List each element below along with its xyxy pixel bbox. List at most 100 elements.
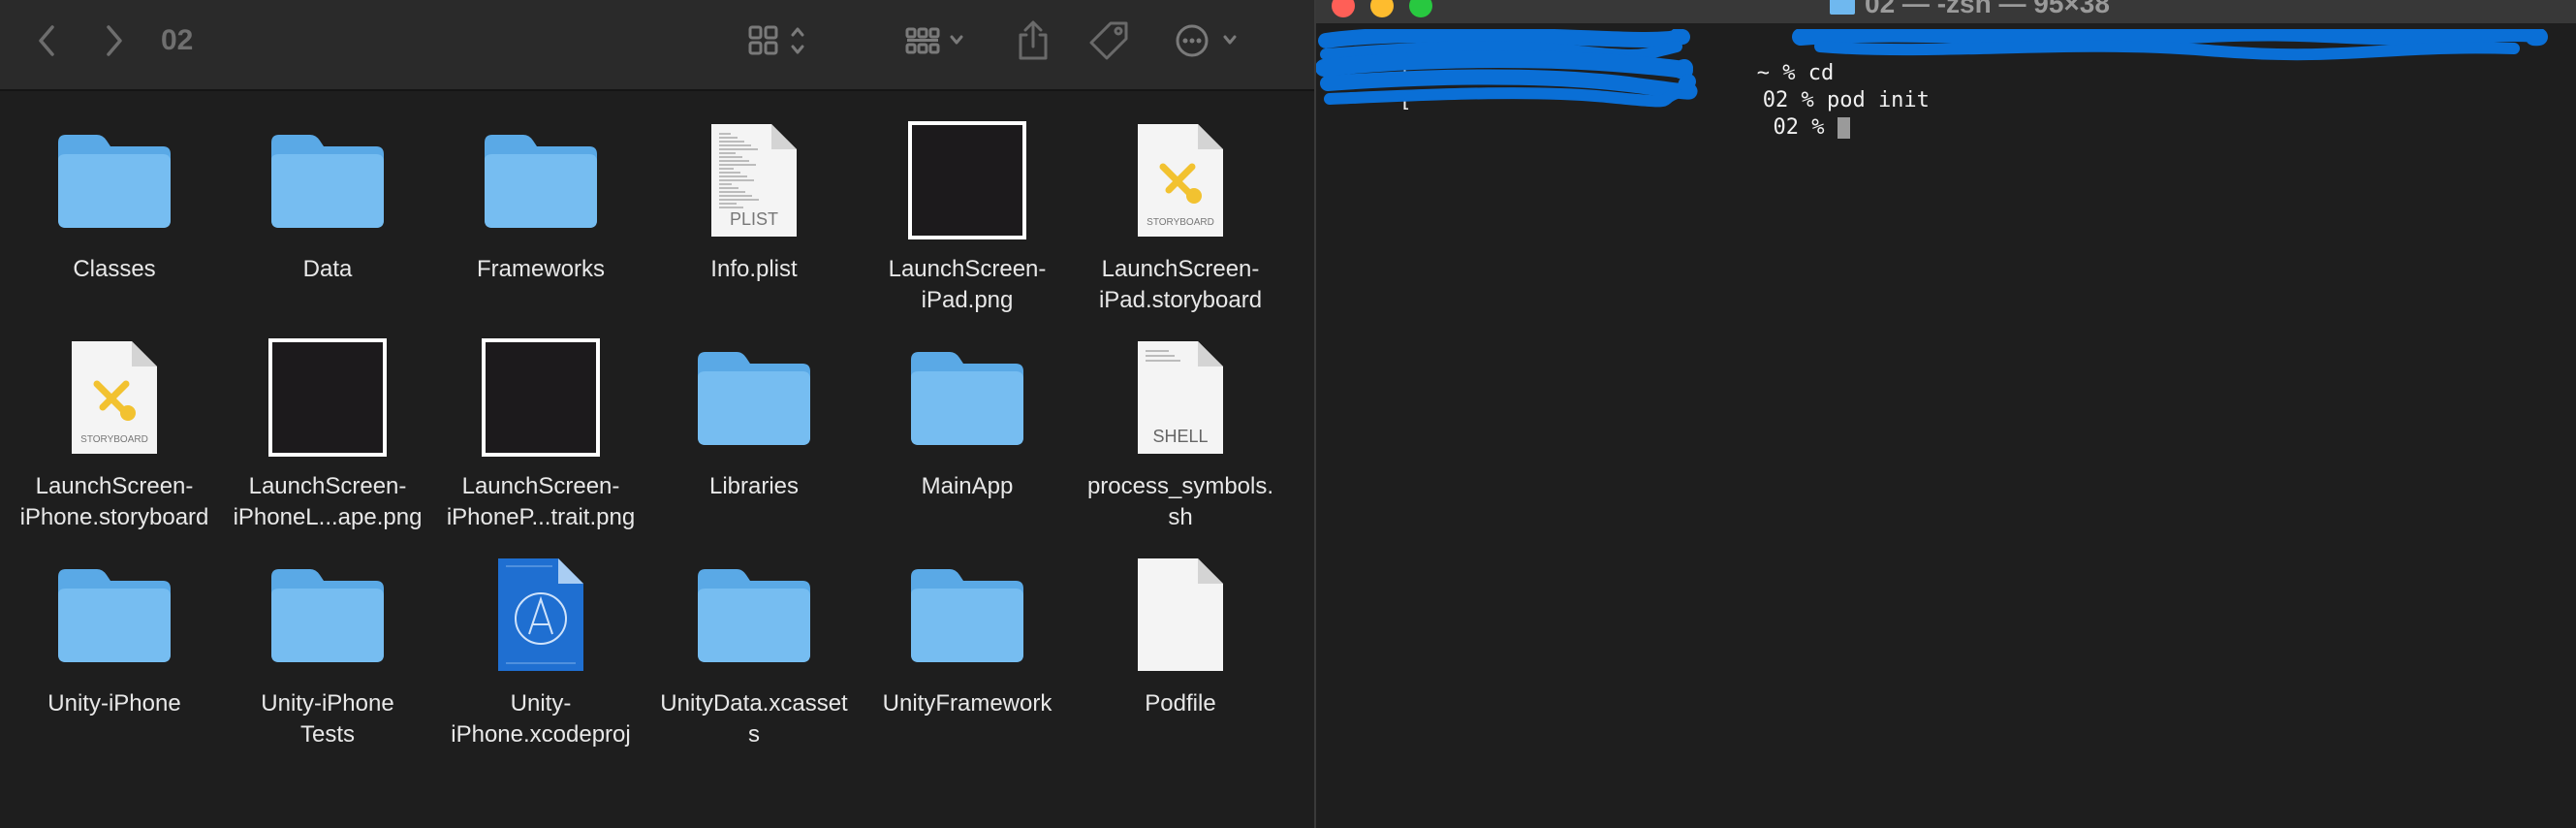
- folder-icon: [911, 569, 1023, 662]
- folder-icon: [58, 135, 171, 228]
- item-icon: STORYBOARD: [1120, 120, 1241, 240]
- storyboard-file-icon: STORYBOARD: [1138, 124, 1223, 237]
- folder-item[interactable]: Libraries: [647, 324, 861, 541]
- folder-icon: [698, 352, 810, 445]
- back-button[interactable]: [27, 21, 66, 60]
- forward-button[interactable]: [95, 21, 134, 60]
- item-label: Unity-iPhone: [47, 690, 181, 717]
- image-thumbnail-icon: [908, 121, 1026, 239]
- folder-icon: [911, 352, 1023, 445]
- item-icon: [694, 555, 814, 675]
- terminal-title: 02 — -zsh — 95×38: [1865, 0, 2110, 18]
- file-item[interactable]: Podfile: [1074, 541, 1287, 758]
- file-item[interactable]: LaunchScreen- iPhoneL...ape.png: [221, 324, 434, 541]
- folder-icon: [698, 569, 810, 662]
- folder-icon: [271, 135, 384, 228]
- item-label: LaunchScreen- iPad.storyboard: [1098, 256, 1263, 313]
- folder-item[interactable]: UnityFramework: [861, 541, 1074, 758]
- document-file-icon: [1138, 558, 1223, 671]
- file-item[interactable]: STORYBOARD LaunchScreen- iPhone.storyboar…: [8, 324, 221, 541]
- item-label: Podfile: [1145, 690, 1216, 717]
- folder-item[interactable]: Data: [221, 107, 434, 324]
- file-item[interactable]: SHELL process_symbols. sh: [1074, 324, 1287, 541]
- folder-item[interactable]: Classes: [8, 107, 221, 324]
- item-label: process_symbols. sh: [1086, 473, 1274, 530]
- item-label: LaunchScreen- iPhone.storyboard: [19, 473, 209, 530]
- item-icon: [267, 337, 388, 458]
- window-title: 02: [161, 24, 194, 56]
- item-icon: [267, 555, 388, 675]
- chevron-right-icon: [107, 25, 122, 56]
- svg-text:PLIST: PLIST: [730, 209, 778, 229]
- tag-button[interactable]: [1085, 17, 1132, 64]
- storyboard-file-icon: STORYBOARD: [72, 341, 157, 454]
- close-window-button[interactable]: [1332, 0, 1355, 17]
- folder-item[interactable]: Unity-iPhone Tests: [221, 541, 434, 758]
- item-label: LaunchScreen- iPhoneL...ape.png: [233, 473, 423, 530]
- item-label: LaunchScreen- iPad.png: [888, 256, 1047, 313]
- redaction-scribble: [1316, 29, 2548, 108]
- folder-item[interactable]: Unity-iPhone: [8, 541, 221, 758]
- item-icon: [694, 337, 814, 458]
- item-icon: [54, 555, 174, 675]
- item-icon: [481, 337, 601, 458]
- item-icon: PLIST: [694, 120, 814, 240]
- file-item[interactable]: PLIST Info.plist: [647, 107, 861, 324]
- terminal-window: 02 — -zsh — 95×38 [~ % cd02 [02 % pod in…: [1314, 0, 2576, 828]
- item-icon: [481, 120, 601, 240]
- image-thumbnail-icon: [482, 338, 600, 457]
- icon-grid-view-icon: [748, 25, 804, 55]
- share-button[interactable]: [1012, 17, 1054, 64]
- folder-item[interactable]: MainApp: [861, 324, 1074, 541]
- file-item[interactable]: Unity- iPhone.xcodeproj: [434, 541, 647, 758]
- minimize-window-button[interactable]: [1370, 0, 1394, 17]
- item-label: Data: [302, 256, 353, 282]
- item-icon: [907, 120, 1027, 240]
- terminal-output[interactable]: [~ % cd02 [02 % pod init 02 %: [1316, 29, 2576, 828]
- tag-icon: [1089, 21, 1128, 60]
- chevron-left-icon: [39, 25, 54, 56]
- item-icon: STORYBOARD: [54, 337, 174, 458]
- image-thumbnail-icon: [268, 338, 387, 457]
- folder-icon: [1830, 0, 1855, 15]
- file-item[interactable]: LaunchScreen- iPhoneP...trait.png: [434, 324, 647, 541]
- svg-text:STORYBOARD: STORYBOARD: [1147, 217, 1214, 228]
- item-label: MainApp: [921, 473, 1014, 499]
- item-label: Unity- iPhone.xcodeproj: [451, 690, 631, 748]
- folder-icon: [485, 135, 597, 228]
- item-icon: [481, 555, 601, 675]
- view-mode-button[interactable]: [742, 19, 820, 62]
- folder-icon: [271, 569, 384, 662]
- file-item[interactable]: LaunchScreen- iPad.png: [861, 107, 1074, 324]
- finder-toolbar: 02: [0, 0, 1314, 91]
- item-icon: [907, 555, 1027, 675]
- svg-text:STORYBOARD: STORYBOARD: [80, 434, 148, 445]
- folder-item[interactable]: UnityData.xcasset s: [647, 541, 861, 758]
- item-icon: [907, 337, 1027, 458]
- folder-item[interactable]: Frameworks: [434, 107, 647, 324]
- item-label: Unity-iPhone Tests: [261, 690, 394, 748]
- item-label: UnityFramework: [882, 690, 1052, 717]
- item-label: LaunchScreen- iPhoneP...trait.png: [446, 473, 636, 530]
- item-label: Classes: [73, 256, 156, 282]
- item-icon: [267, 120, 388, 240]
- more-actions-button[interactable]: [1169, 19, 1246, 62]
- zoom-window-button[interactable]: [1409, 0, 1432, 17]
- group-by-button[interactable]: [899, 19, 977, 62]
- item-label: Frameworks: [476, 256, 605, 282]
- item-label: Info.plist: [710, 256, 798, 282]
- ellipsis-circle-icon: [1176, 24, 1237, 57]
- xcode-project-icon: [498, 558, 583, 671]
- finder-window: 02 Classes Data Frameworks PLIST Info.pl…: [0, 0, 1314, 828]
- shell-script-icon: SHELL: [1138, 341, 1223, 454]
- folder-icon: [58, 569, 171, 662]
- share-icon: [1019, 20, 1048, 60]
- item-label: UnityData.xcasset s: [660, 690, 848, 748]
- item-label: Libraries: [708, 473, 800, 499]
- svg-text:SHELL: SHELL: [1152, 427, 1208, 446]
- item-icon: SHELL: [1120, 337, 1241, 458]
- terminal-titlebar: 02 — -zsh — 95×38: [1316, 0, 2576, 23]
- plist-file-icon: PLIST: [711, 124, 797, 237]
- file-item[interactable]: STORYBOARD LaunchScreen- iPad.storyboard: [1074, 107, 1287, 324]
- group-by-icon: [905, 27, 963, 54]
